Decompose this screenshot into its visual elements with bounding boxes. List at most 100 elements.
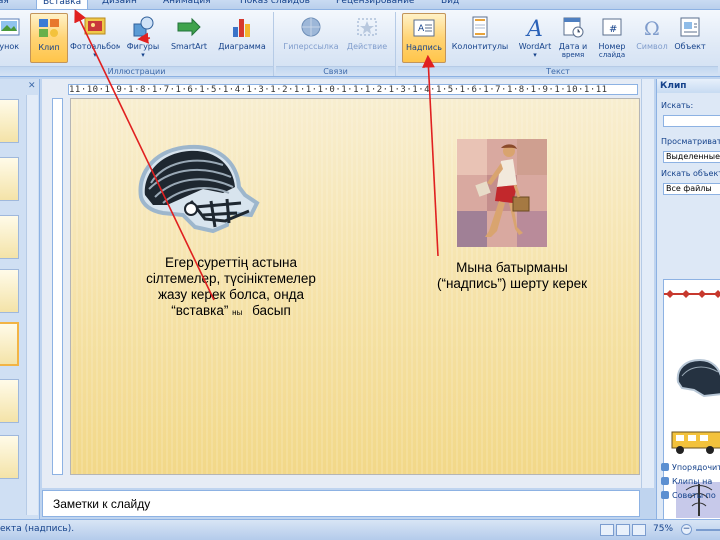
folder-icon [661,463,669,471]
clip-art-icon [39,19,59,37]
slide-thumbnail[interactable] [0,157,19,201]
tab-review[interactable]: Рецензирование [330,0,420,9]
tips-link[interactable]: Советы по [661,491,716,500]
slide-thumbnail[interactable] [0,99,19,143]
tab-animation[interactable]: Анимация [157,0,217,9]
picture-button[interactable]: Рисунок [0,13,28,63]
hyperlink-button[interactable]: Гиперссылка [278,13,344,63]
globe-link-icon [301,17,321,37]
svg-text:A: A [525,17,543,39]
wordart-button[interactable]: A WordArt ▾ [514,13,556,63]
svg-text:#: # [609,24,617,35]
slides-thumbnail-panel: ✕ [0,79,40,519]
notes-placeholder: Заметки к слайду [53,497,151,511]
action-star-icon [357,18,377,36]
border-clipart[interactable] [664,280,720,310]
tab-home[interactable]: ная [0,0,15,9]
right-caption[interactable]: Мына батырманы (“надпись”) шерту керек [407,260,617,292]
ribbon-tab-strip: ная Вставка Дизайн Анимация Показ слайдо… [0,0,720,9]
tab-slide-show[interactable]: Показ слайдов [234,0,316,9]
school-bus-clipart[interactable] [664,426,720,456]
right-caption-line: (“надпись”) шерту керек [436,276,588,291]
slide-thumbnail[interactable] [0,215,19,259]
clip-button[interactable]: Клип [30,13,68,63]
zoom-level[interactable]: 75% [653,524,673,534]
notes-pane[interactable]: Заметки к слайду [42,490,640,517]
football-helmet-clipart[interactable] [133,143,263,235]
left-caption[interactable]: Егер суреттің астына сілтемелер, түсінік… [121,255,341,321]
search-label: Искать: [661,101,694,110]
slide-thumbnail-selected[interactable] [0,322,19,366]
search-in-label: Просматривать: [661,137,720,146]
header-footer-button[interactable]: Колонтитулы [448,13,512,63]
zoom-slider[interactable] [696,529,720,531]
results-type-select[interactable]: Все файлы [663,183,720,195]
links-group-label: Связи [276,66,395,76]
group-links: Гиперссылка Действие Связи [276,12,396,76]
slide-thumbnail[interactable] [0,435,19,479]
vstavka-suffix: ны [232,308,243,317]
svg-text:A: A [418,24,425,34]
search-in-select[interactable]: Выделенные [663,151,720,163]
results-label: Искать объекты: [661,169,720,178]
right-caption-line: Мына батырманы [456,260,568,275]
smartart-button[interactable]: SmartArt [166,13,212,63]
tab-view[interactable]: Вид [435,0,465,9]
symbol-button[interactable]: Ω Символ [632,13,672,63]
photo-album-button[interactable]: Фотоальбом ▾ [70,13,120,63]
smartart-icon [177,17,201,37]
object-icon [680,17,700,37]
vertical-ruler [52,98,63,475]
tab-insert[interactable]: Вставка [36,0,89,9]
action-button[interactable]: Действие [342,13,392,63]
text-box-icon: A [413,19,435,37]
close-panel-icon[interactable]: ✕ [28,81,36,91]
header-footer-icon [472,16,488,38]
slide-canvas[interactable]: Егер суреттің астына сілтемелер, түсінік… [70,98,640,475]
object-button[interactable]: Объект [670,13,710,63]
slide-number-icon: # [602,18,622,36]
globe-icon [661,477,669,485]
clips-online-link[interactable]: Клипы на [661,477,712,486]
slide-thumbnail[interactable] [0,269,19,313]
text-group-label: Текст [398,66,718,76]
left-caption-line-last: “вставка” ны басып [121,303,341,321]
text-box-button[interactable]: A Надпись [402,13,446,63]
status-text: екта (надпись). [0,524,75,534]
status-bar: екта (надпись). 75% − [0,519,720,540]
omega-symbol-icon: Ω [644,18,660,39]
organize-clips-link[interactable]: Упорядочить [661,463,720,472]
ribbon: Рисунок Клип Фотоальбом ▾ Фигуры ▾ Smart… [0,9,720,77]
help-icon [661,491,669,499]
group-illustrations: Рисунок Клип Фотоальбом ▾ Фигуры ▾ Smart… [0,12,274,76]
shapes-icon [133,16,154,37]
horizontal-ruler: 11·10·1·9·1·8·1·7·1·6·1·5·1·4·1·3·1·2·1·… [68,84,638,95]
basyp-word: басып [252,303,291,318]
slide-scrollbar[interactable] [641,79,654,488]
picture-icon [0,18,20,36]
left-caption-line: Егер суреттің астына [165,255,297,270]
vstavka-quote: “вставка” [171,303,229,318]
calendar-clock-icon [563,17,584,38]
illustrations-group-label: Иллюстрации [0,66,273,76]
left-caption-line: жазу керек болса, онда [157,287,305,302]
walking-woman-clipart[interactable] [457,139,547,247]
zoom-out-icon[interactable]: − [681,524,692,535]
slide-show-button[interactable] [632,524,646,536]
slide-thumbnail[interactable] [0,379,19,423]
thumbnail-scrollbar[interactable] [26,95,38,515]
chart-button[interactable]: Диаграмма [216,13,268,63]
group-text: A Надпись Колонтитулы A WordArt ▾ Дата и… [398,12,718,76]
left-caption-line: сілтемелер, түсініктемелер [146,271,316,286]
task-pane-title: Клип [657,79,720,93]
wordart-icon: A [525,17,543,39]
search-input[interactable] [663,115,720,127]
slide-sorter-button[interactable] [616,524,630,536]
slide-number-button[interactable]: # Номер слайда [592,13,632,63]
date-time-button[interactable]: Дата и время [556,13,590,63]
helmet-clip-thumbnail[interactable] [664,356,720,400]
tab-design[interactable]: Дизайн [96,0,143,9]
shapes-button[interactable]: Фигуры ▾ [124,13,162,63]
normal-view-button[interactable] [600,524,614,536]
photo-album-icon [84,17,106,35]
